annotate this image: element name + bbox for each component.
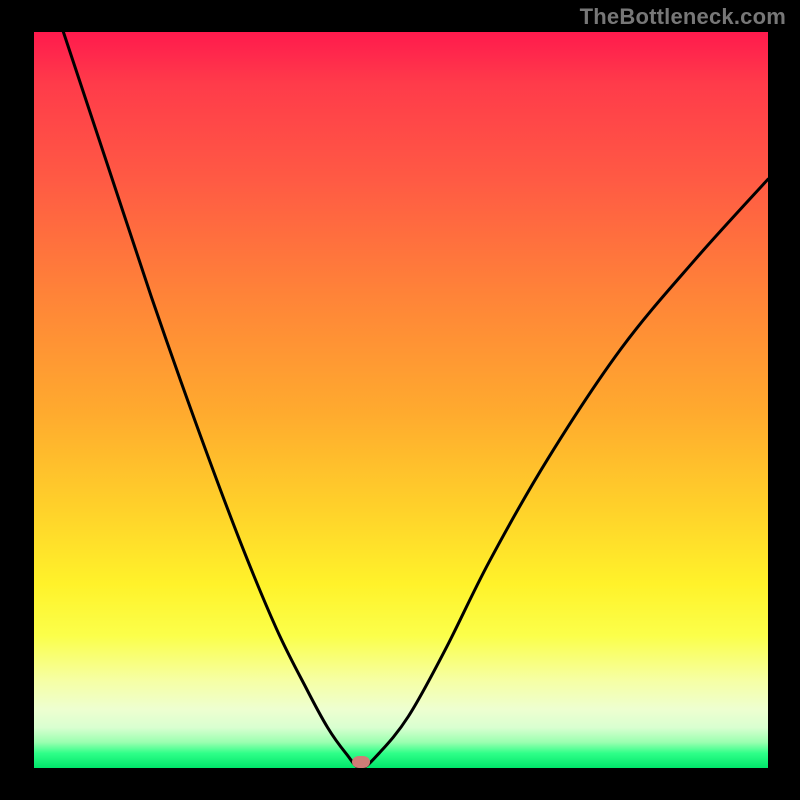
watermark-label: TheBottleneck.com: [580, 4, 786, 30]
curve-path: [63, 32, 768, 768]
bottleneck-curve: [34, 32, 768, 768]
minimum-marker: [352, 756, 370, 768]
chart-frame: TheBottleneck.com: [0, 0, 800, 800]
plot-area: [34, 32, 768, 768]
